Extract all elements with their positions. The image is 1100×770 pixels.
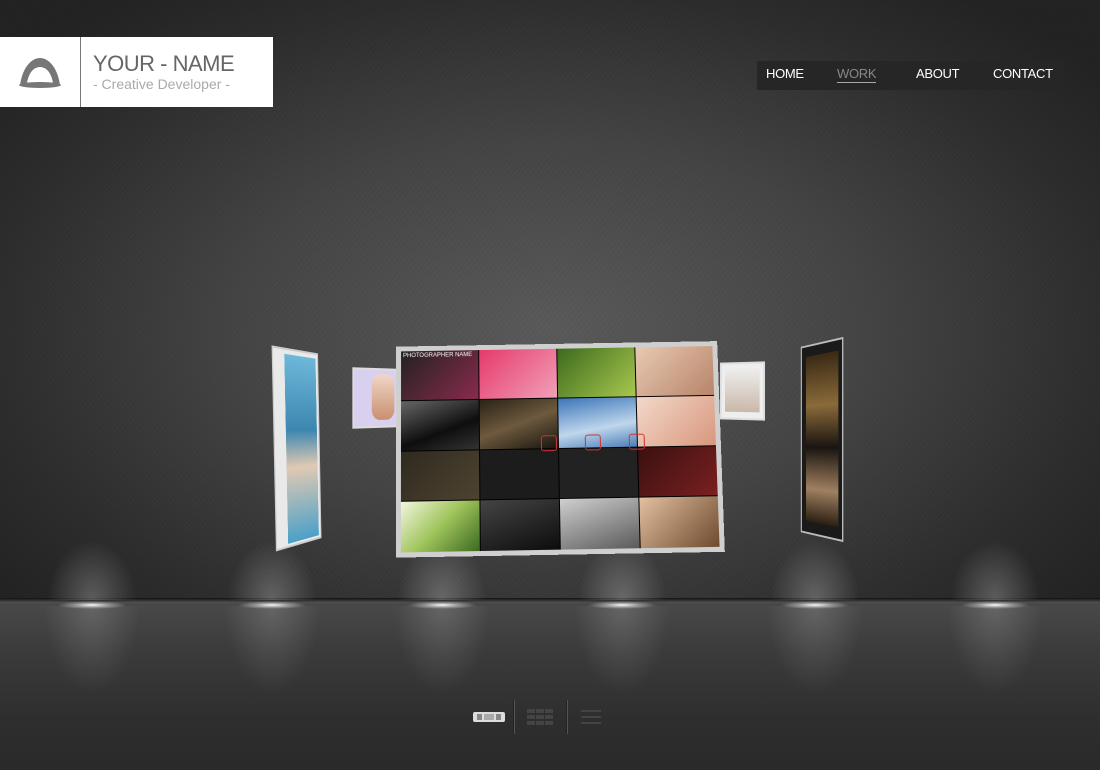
floor-light-beam [925, 606, 1065, 726]
carousel-item-active[interactable]: PHOTOGRAPHER NAME [396, 341, 725, 557]
eye-logo-icon [0, 37, 81, 107]
floor-light-beam [745, 606, 885, 726]
carousel-item-left-near[interactable] [352, 367, 397, 429]
list-view-icon[interactable] [567, 698, 615, 736]
carousel-instructions [541, 434, 645, 452]
view-mode-switcher [465, 698, 615, 736]
panel-heading: PHOTOGRAPHER NAME [403, 352, 472, 359]
site-tagline: - Creative Developer - [93, 76, 234, 92]
mouse-icon [541, 435, 557, 451]
nav-home[interactable]: HOME [766, 66, 804, 81]
floor-light-beam [202, 606, 342, 726]
logo-block[interactable]: YOUR - NAME - Creative Developer - [0, 37, 273, 107]
nav-work[interactable]: WORK [837, 66, 876, 83]
site-name: YOUR - NAME [93, 52, 234, 76]
carousel-item-right-near[interactable] [720, 361, 765, 420]
main-nav: HOME WORK ABOUT CONTACT [757, 61, 1063, 90]
nav-contact[interactable]: CONTACT [993, 66, 1053, 81]
view-divider [513, 700, 514, 734]
grid-view-icon[interactable] [516, 698, 564, 736]
nav-about[interactable]: ABOUT [916, 66, 959, 81]
arrow-keys-icon [585, 434, 601, 450]
carousel-view-icon[interactable] [465, 698, 513, 736]
project-carousel: PHOTOGRAPHER NAME [0, 330, 1100, 570]
carousel-item-right-far[interactable] [801, 337, 844, 542]
scroll-wheel-icon [629, 434, 645, 450]
carousel-item-left-far[interactable] [272, 345, 322, 551]
floor-edge [0, 598, 1100, 603]
floor-light-beam [22, 606, 162, 726]
